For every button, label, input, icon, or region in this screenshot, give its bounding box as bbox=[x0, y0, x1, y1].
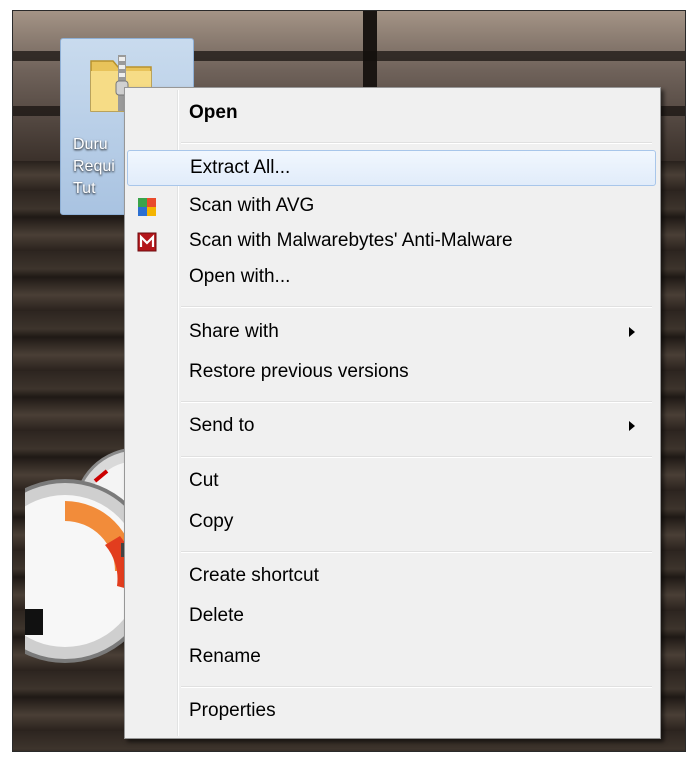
menu-separator bbox=[181, 456, 652, 458]
menu-separator bbox=[181, 306, 652, 308]
menu-item-label: Properties bbox=[189, 700, 276, 721]
submenu-arrow-icon bbox=[629, 327, 635, 337]
menu-item-label: Open bbox=[189, 102, 238, 123]
menu-item-label: Send to bbox=[189, 415, 255, 436]
menu-item-label: Share with bbox=[189, 321, 279, 342]
context-menu: Open Extract All... Scan with AVG Scan w… bbox=[124, 87, 661, 739]
menu-separator bbox=[181, 551, 652, 553]
menu-item-label: Scan with AVG bbox=[189, 195, 315, 216]
avg-icon bbox=[138, 198, 156, 216]
malwarebytes-icon bbox=[137, 232, 157, 252]
menu-item-open[interactable]: Open bbox=[127, 96, 656, 132]
submenu-arrow-icon bbox=[629, 421, 635, 431]
menu-item-label: Scan with Malwarebytes' Anti-Malware bbox=[189, 230, 513, 251]
menu-item-cut[interactable]: Cut bbox=[127, 464, 656, 500]
menu-item-create-shortcut[interactable]: Create shortcut bbox=[127, 559, 656, 595]
menu-item-copy[interactable]: Copy bbox=[127, 505, 656, 541]
menu-item-label: Delete bbox=[189, 605, 244, 626]
menu-item-label: Open with... bbox=[189, 266, 291, 287]
menu-item-properties[interactable]: Properties bbox=[127, 694, 656, 730]
menu-separator bbox=[181, 401, 652, 403]
menu-item-extract-all[interactable]: Extract All... bbox=[127, 150, 656, 186]
menu-item-scan-malwarebytes[interactable]: Scan with Malwarebytes' Anti-Malware bbox=[127, 224, 656, 260]
menu-item-restore-previous-versions[interactable]: Restore previous versions bbox=[127, 355, 656, 391]
menu-item-delete[interactable]: Delete bbox=[127, 599, 656, 635]
menu-item-scan-avg[interactable]: Scan with AVG bbox=[127, 189, 656, 225]
menu-separator bbox=[181, 142, 652, 144]
menu-item-label: Cut bbox=[189, 470, 219, 491]
menu-item-open-with[interactable]: Open with... bbox=[127, 260, 656, 296]
menu-item-send-to[interactable]: Send to bbox=[127, 409, 656, 445]
menu-separator bbox=[181, 686, 652, 688]
menu-item-label: Extract All... bbox=[190, 157, 291, 178]
menu-item-label: Create shortcut bbox=[189, 565, 319, 586]
screenshot-frame: Duru Requi Tut Open Extract All... Scan … bbox=[0, 0, 691, 766]
menu-item-rename[interactable]: Rename bbox=[127, 640, 656, 676]
menu-item-label: Rename bbox=[189, 646, 261, 667]
menu-item-share-with[interactable]: Share with bbox=[127, 315, 656, 351]
menu-item-label: Copy bbox=[189, 511, 234, 532]
menu-item-label: Restore previous versions bbox=[189, 361, 409, 382]
